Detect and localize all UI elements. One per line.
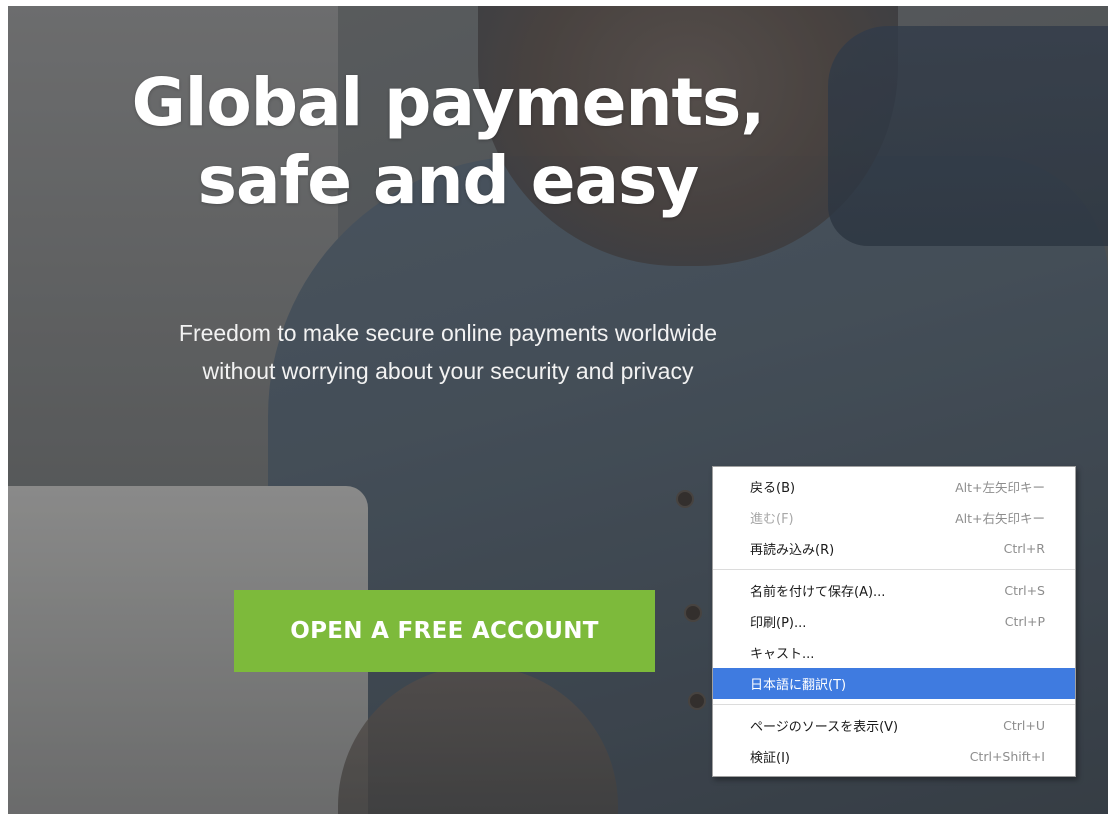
menu-item-label: キャスト...	[750, 647, 815, 662]
menu-item-label: 戻る(B)	[750, 481, 796, 496]
menu-item-shortcut: Ctrl+Shift+I	[969, 749, 1045, 764]
menu-item-label: 再読み込み(R)	[750, 543, 835, 558]
menu-item-shortcut: Ctrl+U	[1003, 718, 1045, 733]
menu-item-label: 進む(F)	[750, 512, 794, 527]
context-menu-item[interactable]: 日本語に翻訳(T)	[713, 668, 1075, 699]
context-menu-item[interactable]: 再読み込み(R) Ctrl+R	[713, 533, 1075, 564]
menu-item-shortcut: Alt+左矢印キー	[955, 480, 1045, 495]
hero-subheadline: Freedom to make secure online payments w…	[98, 314, 798, 390]
browser-context-menu: 戻る(B) Alt+左矢印キー進む(F) Alt+右矢印キー再読み込み(R) Ctrl…	[712, 466, 1076, 777]
hero-headline: Global payments, safe and easy	[68, 64, 828, 220]
menu-separator	[713, 704, 1075, 705]
context-menu-item[interactable]: キャスト...	[713, 637, 1075, 668]
menu-item-label: ページのソースを表示(V)	[750, 720, 899, 735]
menu-item-label: 名前を付けて保存(A)...	[750, 585, 886, 600]
headline-line-2: safe and easy	[197, 142, 700, 219]
context-menu-item[interactable]: 印刷(P)... Ctrl+P	[713, 606, 1075, 637]
context-menu-item[interactable]: ページのソースを表示(V) Ctrl+U	[713, 710, 1075, 741]
menu-item-label: 検証(I)	[750, 751, 790, 766]
subheadline-line-1: Freedom to make secure online payments w…	[178, 320, 718, 346]
menu-item-shortcut: Ctrl+S	[1004, 583, 1045, 598]
menu-separator	[713, 569, 1075, 570]
headline-line-1: Global payments,	[131, 64, 766, 141]
context-menu-item[interactable]: 名前を付けて保存(A)... Ctrl+S	[713, 575, 1075, 606]
menu-item-shortcut: Alt+右矢印キー	[955, 511, 1045, 526]
menu-item-shortcut: Ctrl+R	[1003, 541, 1045, 556]
context-menu-item: 進む(F) Alt+右矢印キー	[713, 502, 1075, 533]
subheadline-line-2: without worrying about your security and…	[202, 358, 694, 384]
context-menu-item[interactable]: 検証(I) Ctrl+Shift+I	[713, 741, 1075, 772]
open-free-account-button[interactable]: OPEN A FREE ACCOUNT	[234, 590, 655, 672]
menu-item-label: 日本語に翻訳(T)	[750, 678, 847, 693]
context-menu-item[interactable]: 戻る(B) Alt+左矢印キー	[713, 471, 1075, 502]
menu-item-label: 印刷(P)...	[750, 616, 807, 631]
menu-item-shortcut: Ctrl+P	[1004, 614, 1045, 629]
